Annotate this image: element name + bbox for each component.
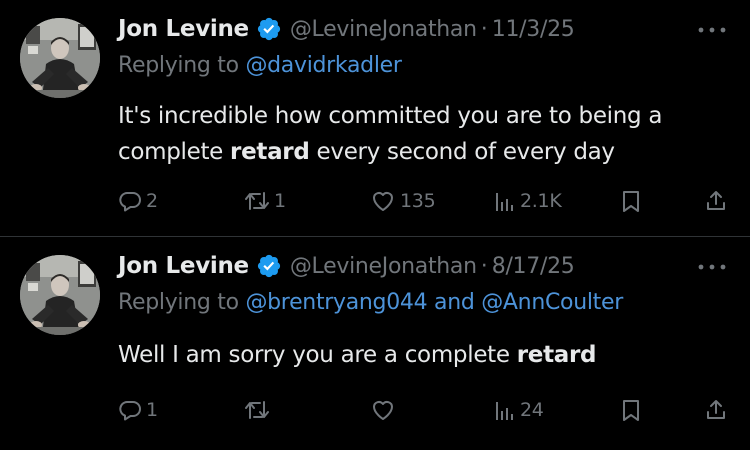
reply-icon [119,192,141,212]
author-handle[interactable]: @LevineJonathan [290,17,477,42]
separator-dot: · [480,253,488,279]
share-button[interactable] [704,186,728,216]
verified-icon[interactable] [256,253,282,279]
views-count: 24 [520,399,544,421]
heart-icon [373,401,393,420]
tweet-date[interactable]: 11/3/25 [492,17,575,42]
repost-button[interactable]: 1 [244,186,286,216]
author-handle[interactable]: @LevineJonathan [290,254,477,279]
avatar[interactable] [20,18,100,98]
like-count: 135 [400,190,436,212]
tweet-text-bold: retard [516,342,597,368]
repost-icon [245,192,269,210]
avatar-photo [20,18,100,98]
tweet-card[interactable]: Jon Levine @LevineJonathan · 8/17/25 Rep… [0,237,750,450]
action-bar: 2 1 135 2.1K [118,186,738,216]
reply-count: 1 [146,399,158,421]
views-button[interactable]: 2.1K [494,186,562,216]
mention-link[interactable]: @davidrkadler [245,53,401,78]
bookmark-icon [623,191,639,212]
repost-count: 1 [274,190,286,212]
share-icon [707,400,725,419]
bookmark-button[interactable] [620,395,642,425]
repost-icon [245,401,269,419]
mention-joiner: and [434,290,475,315]
heart-icon [373,192,393,211]
more-icon[interactable] [696,259,728,275]
reply-count: 2 [146,190,158,212]
author-name[interactable]: Jon Levine [118,16,249,42]
bookmark-button[interactable] [620,186,642,216]
tweet-text: Well I am sorry you are a complete retar… [118,337,728,373]
tweet-text-bold: retard [230,139,310,165]
tweet-header: Jon Levine @LevineJonathan · 8/17/25 [118,249,575,283]
reply-button[interactable]: 2 [118,186,158,216]
tweet-text-part: Well I am sorry you are a complete [118,342,517,368]
avatar-photo [20,255,100,335]
tweet-text: It's incredible how committed you are to… [118,98,728,170]
tweet-header: Jon Levine @LevineJonathan · 11/3/25 [118,12,575,46]
verified-icon[interactable] [256,16,282,42]
more-icon[interactable] [696,22,728,38]
views-icon [496,193,513,211]
action-bar: 1 24 [118,395,738,425]
reply-icon [119,401,141,421]
mention-link[interactable]: @AnnCoulter [481,290,623,315]
repost-button[interactable] [244,395,274,425]
bookmark-icon [623,400,639,421]
author-name[interactable]: Jon Levine [118,253,249,279]
views-button[interactable]: 24 [494,395,544,425]
tweet-text-part: every second of every day [309,139,616,165]
views-icon [496,402,513,420]
separator-dot: · [480,16,488,42]
avatar[interactable] [20,255,100,335]
replying-to-line: Replying to @davidrkadler [118,53,402,78]
tweet-date[interactable]: 8/17/25 [492,254,575,279]
replying-to-label: Replying to [118,53,239,78]
share-icon [707,191,725,210]
replying-to-line: Replying to @brentryang044 and @AnnCoult… [118,290,623,315]
tweet-card[interactable]: Jon Levine @LevineJonathan · 11/3/25 Rep… [0,0,750,236]
like-button[interactable]: 135 [370,186,436,216]
share-button[interactable] [704,395,728,425]
replying-to-label: Replying to [118,290,239,315]
reply-button[interactable]: 1 [118,395,158,425]
like-button[interactable] [370,395,400,425]
views-count: 2.1K [520,190,562,212]
mention-link[interactable]: @brentryang044 [245,290,427,315]
